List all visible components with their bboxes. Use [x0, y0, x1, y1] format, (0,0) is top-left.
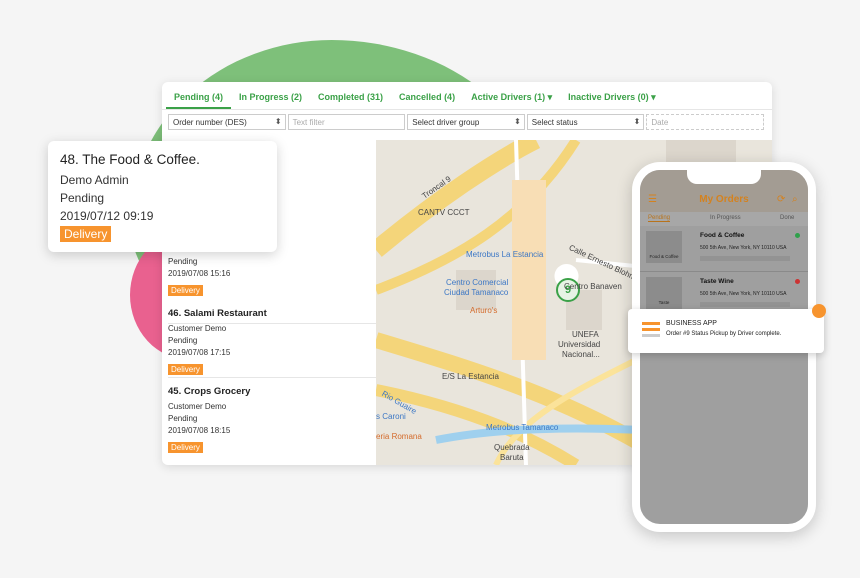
tab-completed[interactable]: Completed (31): [310, 82, 391, 109]
order-sort-select[interactable]: Order number (DES) ⬍: [168, 114, 286, 130]
order-name: 45. Crops Grocery: [168, 386, 251, 397]
status-dot-icon: [795, 233, 800, 238]
notification-dot-icon: [812, 304, 826, 318]
restaurant-logo: Food & Coffee: [646, 231, 682, 263]
map-label: Baruta: [500, 453, 524, 462]
card-datetime: 2019/07/12 09:19: [60, 209, 154, 223]
map-label: Metrobus La Estancia: [466, 250, 544, 259]
order-customer: Customer Demo: [168, 402, 227, 411]
phone-order-subline: [700, 256, 790, 261]
order-row[interactable]: 45. Crops Grocery Customer Demo Pending …: [168, 378, 376, 465]
order-name: 46. Salami Restaurant: [168, 308, 267, 319]
selected-order-card[interactable]: 48. The Food & Coffee. Demo Admin Pendin…: [48, 141, 277, 252]
order-customer: Customer Demo: [168, 324, 227, 333]
phone-order-name: Food & Coffee: [700, 232, 745, 239]
delivery-badge: Delivery: [168, 442, 203, 453]
refresh-icon[interactable]: ⟳: [777, 194, 785, 205]
card-delivery-badge: Delivery: [60, 226, 112, 242]
order-sort-value: Order number (DES): [173, 118, 247, 127]
order-status: Pending: [168, 336, 198, 345]
map-label: Nacional...: [562, 350, 600, 359]
filter-bar: Order number (DES) ⬍ Text filter Select …: [168, 114, 764, 130]
push-notification[interactable]: BUSINESS APP Order #9 Status Pickup by D…: [628, 309, 824, 353]
driver-group-value: Select driver group: [412, 118, 480, 127]
order-datetime: 2019/07/08 15:16: [168, 269, 231, 278]
driver-group-select[interactable]: Select driver group ⬍: [407, 114, 525, 130]
notification-title: BUSINESS APP: [666, 320, 717, 327]
delivery-badge: Delivery: [168, 364, 203, 375]
app-icon: [638, 320, 662, 340]
tab-cancelled[interactable]: Cancelled (4): [391, 82, 463, 109]
phone-order-item[interactable]: Food & Coffee Food & Coffee 500 5th Ave,…: [640, 226, 808, 272]
tab-pending[interactable]: Pending (4): [166, 82, 231, 109]
map-label: s Caroni: [376, 412, 406, 421]
map-label: Ciudad Tamanaco: [444, 288, 509, 297]
date-filter-input[interactable]: Date: [646, 114, 764, 130]
phone-tab-in-progress[interactable]: In Progress: [710, 215, 741, 221]
phone-tabs: Pending In Progress Done: [640, 212, 808, 226]
updown-icon: ⬍: [633, 117, 641, 126]
tab-inactive-drivers[interactable]: Inactive Drivers (0) ▾: [560, 82, 664, 109]
text-filter-input[interactable]: Text filter: [287, 114, 406, 130]
map-label: Centro Comercial: [446, 278, 509, 287]
map-label: E/S La Estancia: [442, 372, 499, 381]
status-dot-icon: [795, 279, 800, 284]
restaurant-logo: Taste: [646, 277, 682, 309]
status-select[interactable]: Select status ⬍: [526, 114, 645, 130]
map-label: Universidad: [558, 340, 601, 349]
updown-icon: ⬍: [514, 117, 521, 126]
order-datetime: 2019/07/08 17:15: [168, 348, 231, 357]
phone-order-address: 500 5th Ave, New York, NY 10110 USA: [700, 291, 787, 297]
phone-notch: [687, 170, 761, 184]
phone-order-name: Taste Wine: [700, 278, 734, 285]
order-row[interactable]: 46. Salami Restaurant Customer Demo Pend…: [168, 300, 376, 378]
map-label: Quebrada: [494, 443, 530, 452]
tab-active-drivers[interactable]: Active Drivers (1) ▾: [463, 82, 560, 109]
card-order-title: 48. The Food & Coffee.: [60, 152, 200, 167]
map-label: Metrobus Tamanaco: [486, 423, 559, 432]
search-icon[interactable]: ⌕: [792, 194, 798, 205]
phone-order-subline: [700, 302, 790, 307]
phone-order-address: 500 5th Ave, New York, NY 10110 USA: [700, 245, 787, 251]
map-label: eria Romana: [376, 432, 422, 441]
card-customer: Demo Admin: [60, 173, 129, 187]
updown-icon: ⬍: [274, 117, 282, 126]
order-datetime: 2019/07/08 18:15: [168, 426, 231, 435]
order-status: Pending: [168, 414, 198, 423]
notification-message: Order #9 Status Pickup by Driver complet…: [666, 331, 782, 337]
map-label: Arturo's: [470, 306, 498, 315]
map-label: UNEFA: [572, 330, 599, 339]
phone-tab-pending[interactable]: Pending: [648, 215, 671, 222]
tab-in-progress[interactable]: In Progress (2): [231, 82, 310, 109]
map-label: Centro Banaven: [564, 282, 622, 291]
phone-tab-done[interactable]: Done: [780, 215, 794, 221]
order-tabs: Pending (4) In Progress (2) Completed (3…: [162, 82, 772, 110]
order-status: Pending: [168, 257, 198, 266]
map-label: CANTV CCCT: [418, 208, 470, 217]
card-status: Pending: [60, 191, 105, 205]
status-value: Select status: [531, 118, 578, 127]
delivery-badge: Delivery: [168, 285, 203, 296]
